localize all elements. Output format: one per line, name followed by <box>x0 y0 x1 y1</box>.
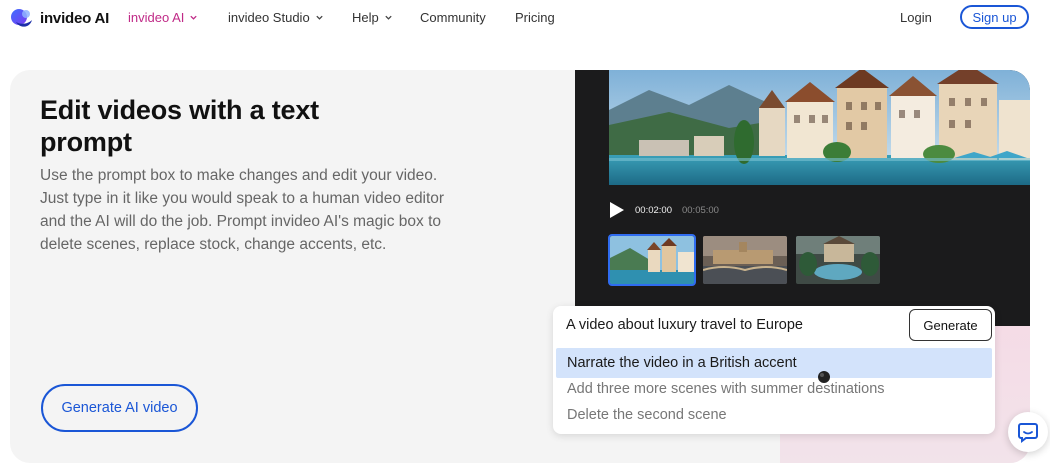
chat-bubble-icon <box>1018 423 1038 443</box>
logo-text: invideo AI <box>40 9 110 27</box>
chat-support-button[interactable] <box>1008 412 1048 452</box>
lakeside-village-image <box>609 70 1030 185</box>
current-time: 00:02:00 <box>635 204 672 216</box>
resort-pool-thumbnail <box>796 236 880 284</box>
nav-item-label: invideo Studio <box>228 10 310 25</box>
scene-thumbnail-3[interactable] <box>796 236 880 284</box>
video-preview-frame[interactable] <box>609 70 1030 185</box>
scene-thumbnail-1[interactable] <box>608 234 696 286</box>
city-bridge-thumbnail <box>703 236 787 284</box>
nav-item-label: Community <box>420 10 486 25</box>
mouse-cursor-icon <box>818 371 830 383</box>
top-nav: invideo AI invideo AI invideo Studio Hel… <box>0 0 1050 36</box>
generate-ai-video-button[interactable]: Generate AI video <box>41 384 198 432</box>
nav-item-invideo-ai[interactable]: invideo AI <box>128 10 198 25</box>
invideo-logo-icon <box>11 9 32 27</box>
hero-title: Edit videos with a text prompt <box>40 95 319 157</box>
total-time: 00:05:00 <box>681 204 719 216</box>
nav-item-label: invideo AI <box>128 10 185 25</box>
nav-item-label: Pricing <box>515 10 555 25</box>
login-link[interactable]: Login <box>900 10 932 25</box>
prompt-box: A video about luxury travel to Europe Ge… <box>553 306 995 434</box>
nav-item-label: Help <box>352 10 379 25</box>
nav-item-help[interactable]: Help <box>352 10 393 25</box>
generate-button[interactable]: Generate <box>909 309 992 341</box>
suggestion-item[interactable]: Delete the second scene <box>556 400 992 430</box>
play-icon[interactable] <box>609 201 625 219</box>
lakeside-village-thumbnail <box>610 236 694 284</box>
hero-description: Use the prompt box to make changes and e… <box>40 167 445 253</box>
chevron-down-icon <box>190 15 198 20</box>
nav-item-invideo-studio[interactable]: invideo Studio <box>228 10 324 25</box>
chevron-down-icon <box>316 15 323 20</box>
nav-item-community[interactable]: Community <box>420 10 486 25</box>
chevron-down-icon <box>385 15 392 20</box>
playback-controls: 00:02:00 00:05:00 <box>609 201 719 219</box>
scene-thumbnail-2[interactable] <box>703 236 787 284</box>
signup-button[interactable]: Sign up <box>960 5 1029 29</box>
logo[interactable]: invideo AI <box>10 6 109 30</box>
video-editor-preview: 00:02:00 00:05:00 <box>575 70 1030 326</box>
nav-item-pricing[interactable]: Pricing <box>515 10 555 25</box>
prompt-input[interactable]: A video about luxury travel to Europe <box>566 317 803 333</box>
